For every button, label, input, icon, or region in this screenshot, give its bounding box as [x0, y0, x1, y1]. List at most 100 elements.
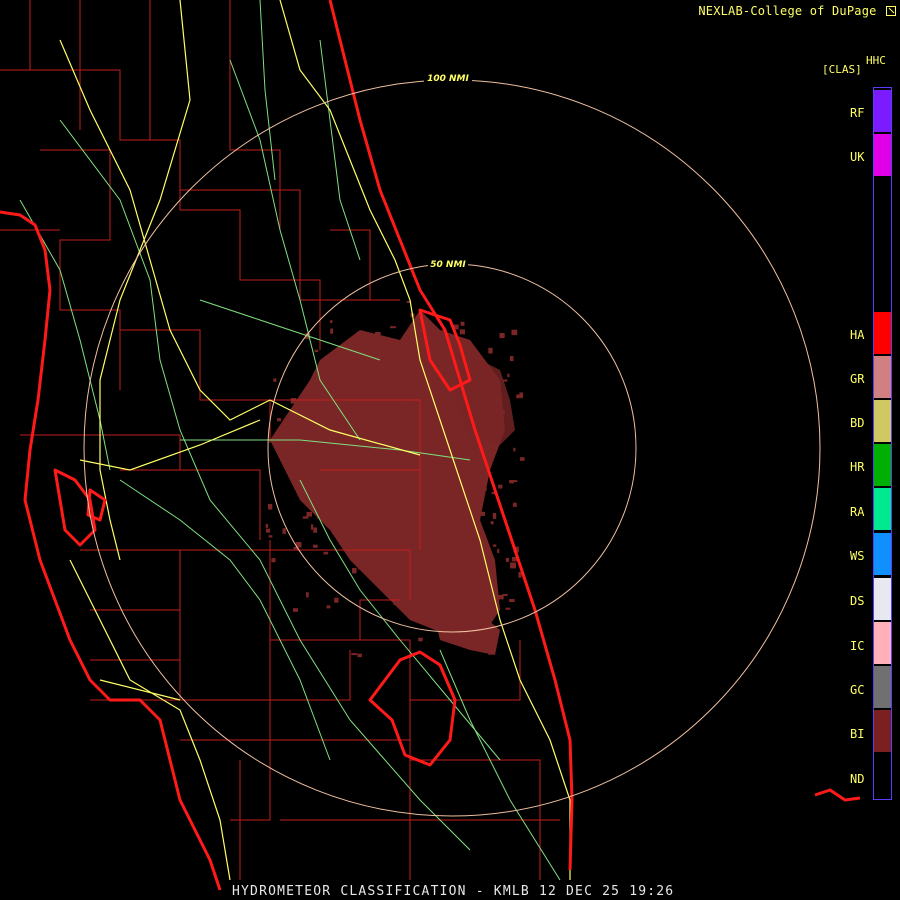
echo-speck — [382, 526, 386, 532]
echo-speck — [398, 355, 402, 361]
echo-speck — [386, 530, 389, 536]
echo-speck — [349, 401, 353, 408]
credit-text: NEXLAB-College of DuPage — [698, 4, 877, 18]
legend-label-nd: ND — [850, 772, 865, 786]
echo-speck — [356, 500, 360, 505]
echo-speck — [265, 528, 271, 533]
echo-speck — [459, 329, 465, 335]
legend-label-bi: BI — [850, 727, 865, 741]
echo-speck — [310, 524, 314, 530]
echo-speck — [351, 653, 358, 656]
echo-speck — [435, 381, 439, 385]
echo-speck — [310, 445, 314, 448]
legend-label-hr: HR — [850, 460, 865, 474]
echo-speck — [388, 411, 394, 416]
echo-speck — [499, 333, 505, 339]
echo-speck — [460, 560, 464, 565]
echo-speck — [370, 574, 374, 578]
echo-speck — [265, 523, 269, 528]
legend-swatch-ra — [874, 488, 891, 530]
echo-speck — [443, 603, 447, 606]
echo-speck — [348, 508, 352, 514]
echo-speck — [362, 507, 365, 513]
echo-speck — [498, 484, 503, 489]
echo-speck — [414, 609, 420, 612]
echo-speck — [352, 567, 357, 574]
legend-swatch-ic — [874, 622, 891, 664]
legend-swatch-bi — [874, 710, 891, 752]
echo-speck — [330, 320, 333, 323]
echo-speck — [326, 605, 331, 609]
echo-speck — [499, 396, 502, 399]
echo-speck — [497, 595, 504, 600]
echo-speck — [467, 553, 472, 559]
echo-speck — [422, 606, 429, 609]
echo-speck — [330, 328, 334, 334]
legend-swatch-ws — [874, 533, 891, 575]
radar-echo-layer — [270, 310, 515, 655]
echo-speck — [371, 450, 375, 457]
product-code: HHC — [866, 54, 886, 67]
echo-speck — [505, 607, 511, 610]
legend-label-ds: DS — [850, 594, 865, 608]
range-ring-100-label: 100 NMI — [427, 74, 469, 84]
echo-speck — [358, 563, 361, 570]
echo-speck — [416, 332, 420, 336]
echo-speck — [303, 402, 308, 406]
echo-speck — [273, 378, 277, 382]
echo-speck — [393, 602, 397, 606]
echo-speck — [355, 417, 360, 420]
echo-speck — [314, 349, 319, 353]
echo-speck — [510, 356, 514, 362]
echo-speck — [297, 488, 301, 492]
echo-speck — [367, 568, 372, 573]
echo-speck — [481, 405, 486, 410]
echo-speck — [326, 520, 331, 526]
radar-map[interactable]: 100 NMI 50 NMI — [0, 0, 900, 900]
echo-speck — [497, 548, 500, 554]
echo-speck — [306, 511, 312, 517]
echo-speck — [488, 651, 493, 655]
echo-speck — [464, 509, 470, 514]
legend-swatch-bd — [874, 400, 891, 442]
echo-speck — [512, 502, 517, 507]
echo-speck — [401, 355, 407, 362]
echo-speck — [513, 480, 518, 483]
echo-speck — [488, 347, 493, 354]
echo-speck — [452, 398, 458, 403]
echo-speck — [330, 419, 334, 425]
product-subcode: [CLAS] — [822, 63, 862, 76]
echo-speck — [424, 583, 428, 587]
echo-speck — [357, 653, 362, 658]
echo-speck — [418, 637, 423, 642]
echo-speck — [379, 412, 385, 417]
legend-label-ic: IC — [850, 639, 865, 653]
echo-speck — [496, 383, 499, 389]
footer-station: KMLB — [493, 884, 530, 899]
legend-label-uk: UK — [850, 150, 865, 164]
echo-speck — [412, 416, 416, 420]
legend-label-gr: GR — [850, 372, 865, 386]
range-ring-50-label: 50 NMI — [430, 260, 466, 270]
echo-speck — [481, 511, 485, 516]
echo-speck — [475, 467, 478, 470]
echo-speck — [461, 444, 466, 449]
echo-speck — [405, 542, 411, 546]
echo-speck — [479, 494, 483, 500]
echo-speck — [375, 416, 381, 419]
echo-speck — [442, 410, 446, 414]
echo-speck — [505, 557, 510, 562]
echo-speck — [364, 434, 368, 439]
echo-speck — [407, 407, 411, 413]
resize-arrow-icon[interactable] — [886, 6, 896, 16]
echo-speck — [313, 544, 318, 548]
echo-speck — [475, 413, 479, 417]
echo-speck — [313, 527, 318, 533]
echo-speck — [343, 471, 348, 477]
echo-speck — [410, 555, 414, 560]
echo-speck — [484, 487, 487, 491]
legend-swatch-hr — [874, 444, 891, 486]
echo-speck — [432, 527, 438, 534]
echo-speck — [306, 592, 309, 598]
echo-speck — [276, 418, 282, 422]
